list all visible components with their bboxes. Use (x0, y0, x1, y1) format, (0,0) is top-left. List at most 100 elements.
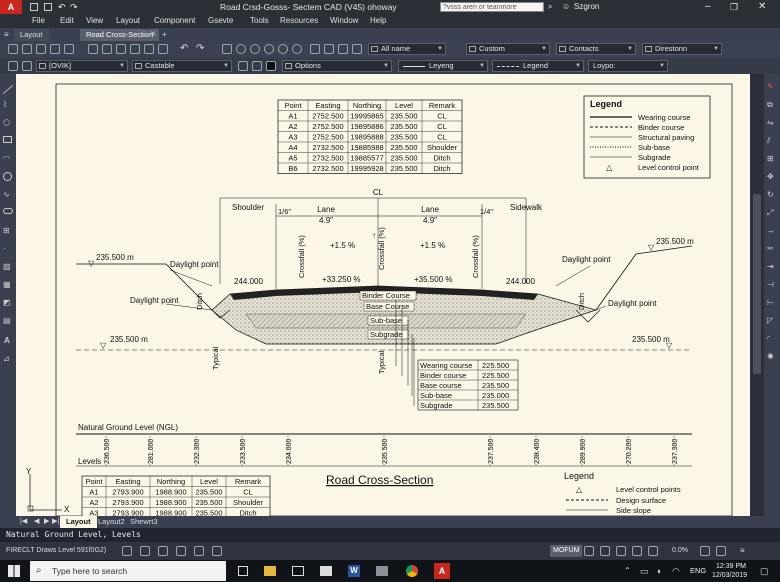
minimize-button[interactable]: – (705, 0, 711, 14)
first-tab-icon[interactable]: |◀ (20, 516, 27, 528)
pan-icon[interactable] (222, 44, 232, 54)
search-input[interactable]: ?vsss aren or teanmore (443, 3, 517, 12)
table-tool-icon[interactable]: ▤ (3, 316, 11, 325)
zoom-in-icon[interactable] (264, 44, 274, 54)
mail-icon[interactable] (292, 566, 304, 576)
volume-icon[interactable]: ◖ (656, 560, 661, 582)
layer-dropdown[interactable]: All name ▼ (368, 43, 446, 55)
network-icon[interactable]: ▭ (640, 560, 649, 582)
user-name[interactable]: Szgron (574, 0, 599, 14)
polar-icon[interactable] (176, 546, 186, 556)
vertical-scrollbar[interactable] (750, 74, 764, 516)
clean-screen-icon[interactable] (700, 546, 710, 556)
tab-menu-icon[interactable]: ≡ (4, 29, 9, 41)
hatch-tool-icon[interactable]: ▨ (3, 262, 11, 271)
cut-icon[interactable] (88, 44, 98, 54)
status-menu-icon[interactable]: ≡ (740, 542, 745, 560)
extend-tool-icon[interactable]: ⇥ (767, 262, 774, 271)
layer-state-icon[interactable] (8, 61, 18, 71)
plot-style-dropdown[interactable]: Loypo: ▼ (588, 60, 668, 72)
app-logo-icon[interactable]: A (0, 0, 22, 14)
workspace-icon[interactable] (600, 546, 610, 556)
layer-manager-icon[interactable] (22, 61, 32, 71)
snap-icon[interactable] (140, 546, 150, 556)
next-tab-icon[interactable]: ▶ (44, 516, 49, 528)
print-icon[interactable] (50, 44, 60, 54)
drawing-canvas[interactable]: Point Easting Northing Level Remark A1 2752.50… (16, 74, 750, 516)
linetype-dropdown[interactable]: Leyeng ▼ (398, 60, 488, 72)
user-icon[interactable]: ☺ (562, 0, 570, 14)
menu-item-file[interactable]: File (32, 14, 45, 28)
lineweight-dropdown[interactable]: Legend ▼ (492, 60, 584, 72)
search-icon[interactable]: ⌕ (548, 0, 552, 14)
file-explorer-icon[interactable] (264, 566, 276, 576)
zoom-out-icon[interactable] (278, 44, 288, 54)
point-tool-icon[interactable]: · (3, 244, 6, 253)
measure-tool-icon[interactable]: ⊿ (3, 354, 10, 363)
command-line-text[interactable]: Natural Ground Level, Levels (6, 528, 141, 542)
offset-tool-icon[interactable]: ⫽ (767, 136, 771, 146)
close-button[interactable]: ✕ (758, 0, 766, 14)
clock-date[interactable]: 12/03/2019 (712, 571, 747, 580)
menu-item-layout[interactable]: Layout (116, 14, 140, 28)
scrollbar-thumb[interactable] (753, 194, 761, 374)
design-center-icon[interactable] (338, 44, 348, 54)
media-icon[interactable] (320, 566, 332, 576)
scale-tool-icon[interactable]: ⤢ (767, 208, 773, 218)
maximize-button[interactable]: ❐ (730, 0, 738, 14)
join-tool-icon[interactable]: ⊢ (767, 298, 774, 307)
line-tool-icon[interactable] (3, 75, 13, 95)
tool-palette-icon[interactable] (352, 44, 362, 54)
quick-open-icon[interactable] (44, 3, 52, 11)
explode-tool-icon[interactable]: ✺ (767, 352, 774, 361)
last-tab-icon[interactable]: ▶| (52, 516, 59, 528)
paste-icon[interactable] (116, 44, 126, 54)
hardware-icon[interactable] (648, 546, 658, 556)
properties-icon[interactable] (310, 44, 320, 54)
move-tool-icon[interactable]: ✥ (767, 172, 774, 181)
copy-tool-icon[interactable]: ⧉ (767, 100, 773, 110)
menu-item-gsevte[interactable]: Gsevte (208, 14, 233, 28)
rotate-tool-icon[interactable]: ↻ (767, 190, 774, 199)
notifications-icon[interactable]: ▢ (760, 560, 769, 582)
insert-block-icon[interactable]: ⊞ (3, 226, 10, 235)
save-icon[interactable] (36, 44, 46, 54)
menu-item-window[interactable]: Window (330, 14, 358, 28)
isolate-icon[interactable] (632, 546, 642, 556)
menu-item-component[interactable]: Component (154, 14, 195, 28)
prev-tab-icon[interactable]: ◀ (34, 516, 39, 528)
chrome-icon[interactable] (406, 565, 418, 577)
command-line[interactable]: Natural Ground Level, Levels (0, 528, 780, 542)
style-dropdown[interactable]: Custom ▼ (466, 43, 550, 55)
menu-item-edit[interactable]: Edit (60, 14, 74, 28)
ortho-icon[interactable] (158, 546, 168, 556)
tab-layout[interactable]: Layout (14, 29, 49, 41)
freeze-icon[interactable] (252, 61, 262, 71)
mirror-tool-icon[interactable]: ⇋ (767, 118, 774, 127)
break-tool-icon[interactable]: ⊣ (767, 280, 774, 289)
direction-dropdown[interactable]: Direstonn ▼ (642, 43, 722, 55)
arc-tool-icon[interactable]: ◠ (3, 154, 10, 163)
tray-up-icon[interactable]: ⌃ (624, 560, 631, 582)
chamfer-tool-icon[interactable]: ◸ (767, 316, 773, 325)
input-language[interactable]: ENG (690, 560, 706, 582)
color-icon[interactable] (266, 61, 276, 71)
lock-icon[interactable] (238, 61, 248, 71)
redo-icon[interactable]: ↷ (70, 0, 78, 14)
zoom-realtime-icon[interactable] (236, 44, 246, 54)
undo-toolbar-icon[interactable]: ↶ (180, 43, 188, 54)
tab-shewrt3[interactable]: Shewrt3 (124, 516, 164, 528)
cad-taskbar-icon[interactable]: A (434, 563, 450, 579)
preview-icon[interactable] (64, 44, 74, 54)
ovik-dropdown[interactable]: [OVIK] ▼ (36, 60, 128, 72)
array-tool-icon[interactable]: ⊞ (767, 154, 774, 163)
rectangle-tool-icon[interactable] (3, 136, 12, 143)
stretch-tool-icon[interactable]: ↔ (767, 226, 775, 235)
menu-item-view[interactable]: View (86, 14, 103, 28)
options-dropdown[interactable]: Options ▼ (282, 60, 392, 72)
layers-icon[interactable] (324, 44, 334, 54)
castable-dropdown[interactable]: Castable ▼ (132, 60, 232, 72)
open-file-icon[interactable] (22, 44, 32, 54)
ellipse-tool-icon[interactable] (3, 208, 13, 214)
wifi-icon[interactable]: ◠ (672, 560, 680, 582)
